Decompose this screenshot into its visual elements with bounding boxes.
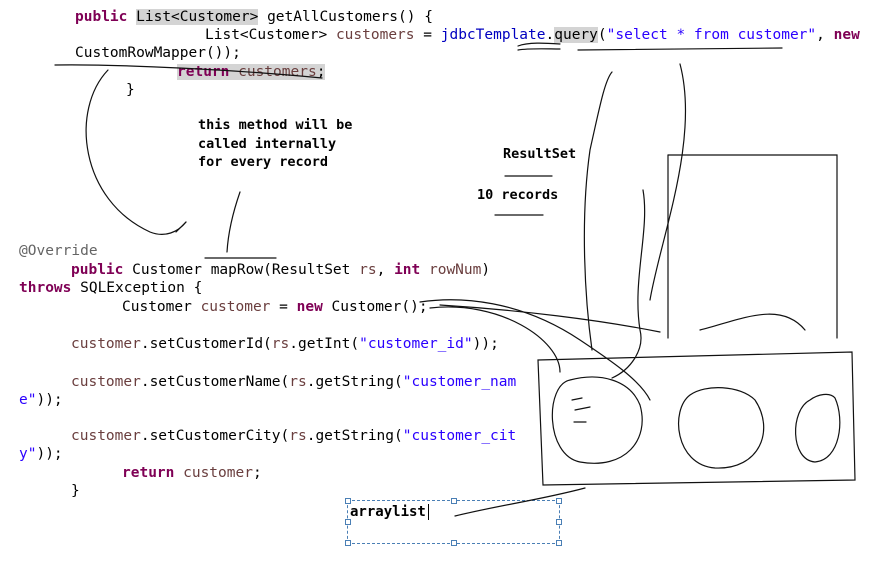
ink-annotations (54, 42, 856, 517)
ink-link-1 (419, 299, 651, 401)
ink-wiggle (611, 189, 646, 379)
ink-arraylist-link (454, 487, 586, 517)
ink-up-stroke-1 (583, 71, 613, 351)
ink-note-pointer (226, 191, 241, 253)
ink-link-2 (429, 306, 561, 373)
ink-arrowhead-1 (175, 221, 187, 233)
ink-circle-2 (677, 387, 765, 469)
ink-query-underline (517, 42, 561, 47)
ink-circle-3 (795, 393, 841, 463)
ink-arraylist-box (537, 351, 856, 486)
ink-circle-1 (551, 376, 643, 464)
ink-strike (54, 64, 323, 79)
ink-query-underline-2 (517, 48, 561, 51)
ink-table-top (667, 154, 838, 339)
ink-link-4 (699, 313, 806, 331)
ink-arrow-to-maprow (85, 69, 187, 235)
ink-string-underline (577, 47, 783, 51)
